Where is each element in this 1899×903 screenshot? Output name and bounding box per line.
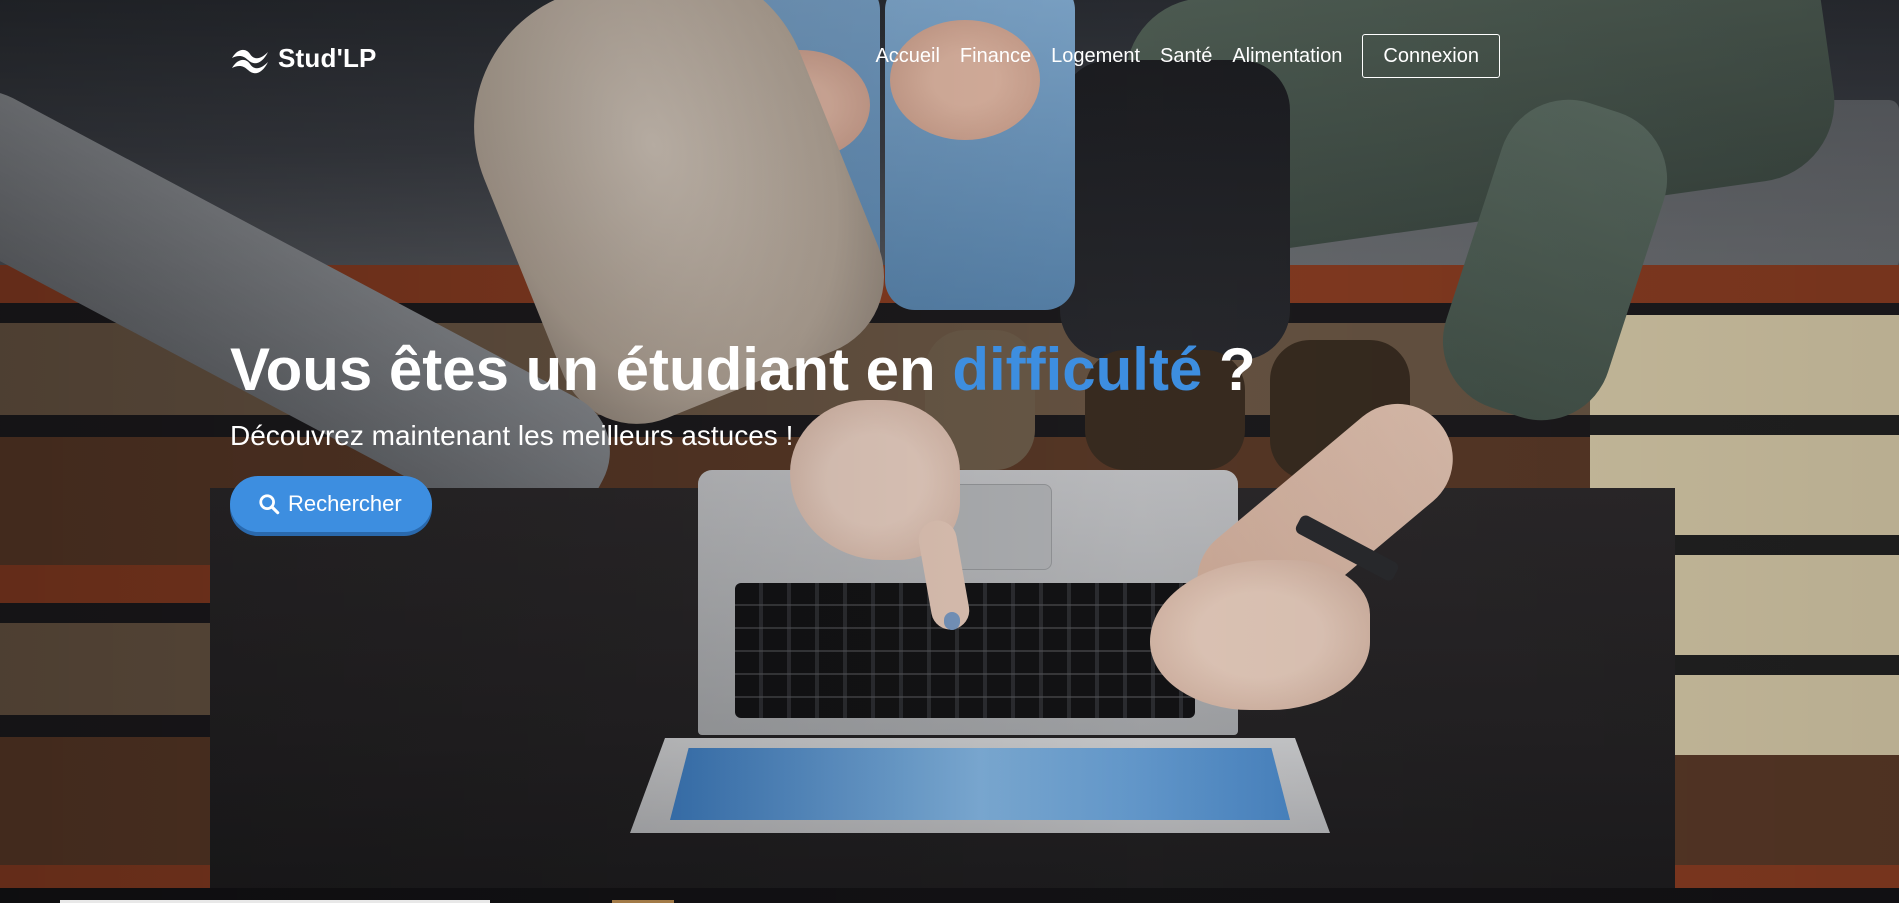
navbar: Stud'LP Accueil Finance Logement Santé A… [0, 0, 1899, 112]
nav-menu: Accueil Finance Logement Santé Alimentat… [875, 34, 1500, 78]
search-button[interactable]: Rechercher [230, 476, 432, 532]
hero-subtitle: Découvrez maintenant les meilleurs astuc… [230, 420, 794, 451]
wave-logo-icon [232, 49, 268, 74]
hero-section: Stud'LP Accueil Finance Logement Santé A… [0, 0, 1899, 903]
search-button-label: Rechercher [288, 491, 402, 516]
nav-link-finance[interactable]: Finance [960, 34, 1031, 78]
headline-end: ? [1202, 336, 1256, 403]
brand-link[interactable]: Stud'LP [230, 40, 377, 76]
nav-link-sante[interactable]: Santé [1160, 34, 1212, 78]
nav-link-accueil[interactable]: Accueil [875, 34, 939, 78]
brand-name: Stud'LP [278, 42, 377, 73]
login-button[interactable]: Connexion [1362, 34, 1500, 78]
search-icon [259, 494, 280, 515]
headline-text: Vous êtes un étudiant en [230, 336, 953, 403]
nav-link-alimentation[interactable]: Alimentation [1232, 34, 1342, 78]
headline-accent: difficulté [952, 336, 1203, 403]
nav-link-logement[interactable]: Logement [1051, 34, 1140, 78]
hero-headline: Vous êtes un étudiant en difficulté ? [230, 334, 1256, 406]
